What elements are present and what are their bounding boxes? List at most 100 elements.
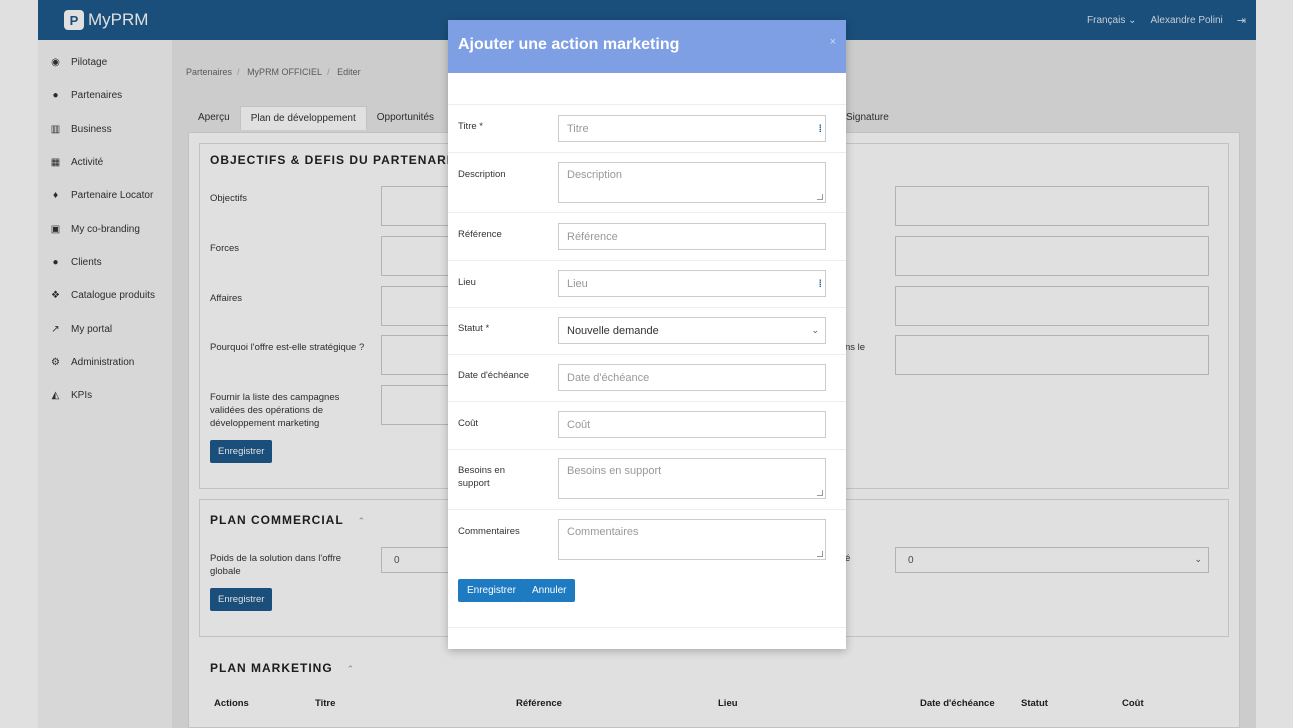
- form-row-titre: Titre * Titre ⁞: [448, 104, 846, 152]
- cout-input[interactable]: Coût: [558, 411, 826, 438]
- date-placeholder: Date d'échéance: [567, 371, 650, 384]
- textarea-right-3[interactable]: [895, 286, 1209, 326]
- translate-icon[interactable]: ⁞: [819, 124, 822, 135]
- language-selector[interactable]: Français ⌄: [1087, 15, 1137, 26]
- col-reference[interactable]: Référence: [516, 698, 562, 709]
- logo-badge: P: [64, 10, 84, 30]
- resize-handle-icon[interactable]: [817, 490, 823, 496]
- sidebar-item-label: Activité: [71, 157, 104, 169]
- textarea-pourquoi[interactable]: [381, 335, 451, 375]
- form-row-cout: Coût Coût: [448, 401, 846, 449]
- label-reference: Référence: [458, 229, 502, 240]
- cancel-button[interactable]: Annuler: [523, 579, 576, 602]
- tab-apercu[interactable]: Aperçu: [188, 106, 240, 130]
- sidebar-item-kpis[interactable]: ◭ KPIs: [38, 379, 172, 412]
- sidebar-item-activite[interactable]: ▦ Activité: [38, 146, 172, 179]
- commentaires-placeholder: Commentaires: [567, 526, 639, 538]
- statut-value: Nouvelle demande: [567, 324, 659, 337]
- textarea-affaires[interactable]: [381, 286, 451, 326]
- label-poids: Poids de la solution dans l'offre global…: [210, 553, 342, 577]
- tab-opportunites[interactable]: Opportunités: [367, 106, 444, 130]
- cubes-icon: ❖: [51, 290, 60, 302]
- form-row-statut: Statut * Nouvelle demande ⌄: [448, 307, 846, 354]
- textarea-right-4[interactable]: [895, 335, 1209, 375]
- description-textarea[interactable]: Description: [558, 162, 826, 203]
- label-fragment-right: ns le: [845, 342, 866, 353]
- right-select[interactable]: 0 ⌄: [895, 547, 1209, 573]
- label-date: Date d'échéance: [458, 370, 530, 381]
- save-button[interactable]: Enregistrer: [458, 579, 525, 602]
- right-select-value: 0: [908, 555, 914, 566]
- logout-icon[interactable]: ⇥: [1237, 14, 1246, 27]
- calendar-icon: ▦: [50, 157, 61, 169]
- form-row-lieu: Lieu Lieu ⁞: [448, 260, 846, 307]
- image-icon: ▣: [50, 223, 61, 235]
- form-row-date: Date d'échéance Date d'échéance: [448, 354, 846, 401]
- col-statut[interactable]: Statut: [1021, 698, 1048, 709]
- app-logo[interactable]: P MyPRM: [64, 9, 148, 31]
- sidebar-item-business[interactable]: ▥ Business: [38, 113, 172, 146]
- titre-input[interactable]: Titre ⁞: [558, 115, 826, 142]
- col-cout[interactable]: Coût: [1122, 698, 1144, 709]
- sidebar-item-administration[interactable]: ⚙ Administration: [38, 346, 172, 379]
- textarea-right-2[interactable]: [895, 236, 1209, 276]
- col-titre[interactable]: Titre: [315, 698, 335, 709]
- breadcrumb-item: Editer: [337, 67, 361, 77]
- lieu-input[interactable]: Lieu ⁞: [558, 270, 826, 297]
- reference-input[interactable]: Référence: [558, 223, 826, 250]
- col-actions[interactable]: Actions: [214, 698, 249, 709]
- sidebar: ◉ Pilotage ● Partenaires ▥ Business ▦ Activi…: [38, 40, 172, 728]
- sidebar-item-partenaires[interactable]: ● Partenaires: [38, 79, 172, 112]
- tab-bar: Aperçu Plan de développement Opportunité…: [188, 106, 444, 130]
- chevron-up-icon[interactable]: ⌃: [347, 664, 356, 674]
- textarea-forces[interactable]: [381, 236, 451, 276]
- save-commercial-button[interactable]: Enregistrer: [210, 588, 273, 611]
- besoins-textarea[interactable]: Besoins en support: [558, 458, 826, 499]
- col-date[interactable]: Date d'échéance: [920, 698, 995, 709]
- label-objectifs: Objectifs: [210, 193, 247, 204]
- map-pin-icon: ♦: [52, 190, 59, 202]
- tab-plan-developpement[interactable]: Plan de développement: [239, 106, 367, 130]
- translate-icon[interactable]: ⁞: [819, 279, 822, 290]
- resize-handle-icon[interactable]: [817, 551, 823, 557]
- bar-chart-icon: ▥: [50, 123, 61, 135]
- sidebar-item-catalogue[interactable]: ❖ Catalogue produits: [38, 279, 172, 312]
- label-cout: Coût: [458, 418, 479, 429]
- sidebar-item-clients[interactable]: ● Clients: [38, 246, 172, 279]
- poids-select[interactable]: 0: [381, 547, 451, 573]
- label-description: Description: [458, 169, 506, 180]
- chevron-down-icon: ⌄: [811, 325, 819, 335]
- sidebar-item-label: Pilotage: [71, 57, 108, 69]
- section-title-objectifs: OBJECTIFS & DEFIS DU PARTENARIA: [210, 153, 461, 167]
- breadcrumb-item[interactable]: MyPRM OFFICIEL: [247, 67, 322, 77]
- save-objectifs-button[interactable]: Enregistrer: [210, 440, 273, 463]
- form-row-commentaires: Commentaires Commentaires: [448, 509, 846, 569]
- user-name[interactable]: Alexandre Polini: [1151, 15, 1223, 26]
- sidebar-item-co-branding[interactable]: ▣ My co-branding: [38, 212, 172, 245]
- col-lieu[interactable]: Lieu: [718, 698, 738, 709]
- textarea-right-1[interactable]: [895, 186, 1209, 226]
- sidebar-item-label: My portal: [71, 323, 113, 335]
- plan-commercial-title-text: PLAN COMMERCIAL: [210, 513, 344, 527]
- resize-handle-icon[interactable]: [817, 194, 823, 200]
- statut-select[interactable]: Nouvelle demande ⌄: [558, 317, 826, 344]
- label-pourquoi: Pourquoi l'offre est-elle stratégique ?: [210, 342, 365, 353]
- dashboard-icon: ◉: [51, 57, 60, 69]
- tab-signature[interactable]: Signature: [846, 112, 889, 123]
- textarea-campagnes[interactable]: [381, 385, 451, 425]
- cogs-icon: ⚙: [51, 356, 60, 368]
- breadcrumb-item[interactable]: Partenaires: [186, 67, 232, 77]
- sidebar-item-my-portal[interactable]: ↗ My portal: [38, 312, 172, 345]
- sidebar-item-label: Catalogue produits: [71, 290, 155, 302]
- sidebar-item-label: My co-branding: [71, 223, 140, 235]
- form-row-reference: Référence Référence: [448, 212, 846, 260]
- date-input[interactable]: Date d'échéance: [558, 364, 826, 391]
- commentaires-textarea[interactable]: Commentaires: [558, 519, 826, 560]
- chevron-up-icon[interactable]: ⌃: [358, 516, 367, 526]
- close-icon[interactable]: ×: [830, 36, 836, 48]
- form-row-besoins: Besoins en support Besoins en support: [448, 449, 846, 509]
- modal-title: Ajouter une action marketing: [458, 36, 680, 53]
- sidebar-item-partenaire-locator[interactable]: ♦ Partenaire Locator: [38, 179, 172, 212]
- textarea-objectifs[interactable]: [381, 186, 451, 226]
- sidebar-item-pilotage[interactable]: ◉ Pilotage: [38, 46, 172, 79]
